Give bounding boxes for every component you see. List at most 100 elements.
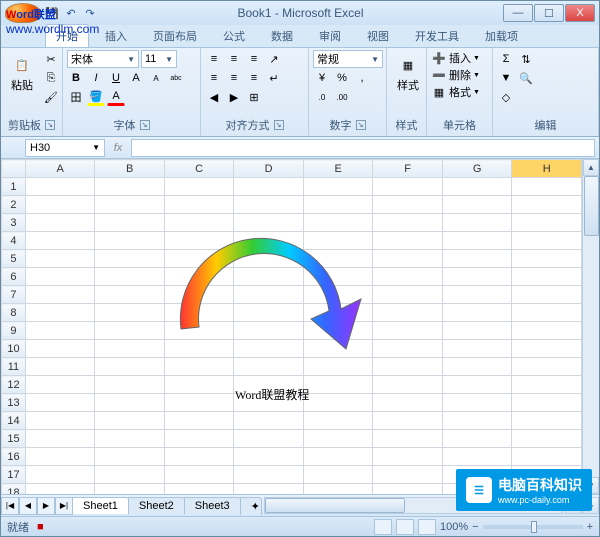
font-launcher[interactable]: ↘ bbox=[140, 120, 150, 130]
cell[interactable] bbox=[512, 358, 582, 376]
row-header-11[interactable]: 11 bbox=[2, 358, 26, 376]
cell[interactable] bbox=[303, 376, 373, 394]
col-header-G[interactable]: G bbox=[442, 160, 512, 178]
cell[interactable] bbox=[95, 394, 165, 412]
cell[interactable] bbox=[373, 250, 443, 268]
cell[interactable] bbox=[373, 394, 443, 412]
maximize-button[interactable]: ☐ bbox=[534, 4, 564, 22]
cell[interactable] bbox=[512, 304, 582, 322]
cell[interactable] bbox=[373, 196, 443, 214]
vertical-scrollbar[interactable]: ▲ ▼ bbox=[582, 159, 599, 494]
align-middle-button[interactable]: ≡ bbox=[225, 50, 243, 68]
vscroll-thumb[interactable] bbox=[584, 176, 599, 236]
tab-review[interactable]: 审阅 bbox=[309, 25, 351, 47]
number-format-combo[interactable]: 常规▼ bbox=[313, 50, 383, 68]
view-normal-button[interactable] bbox=[374, 519, 392, 535]
zoom-thumb[interactable] bbox=[531, 521, 537, 533]
row-header-3[interactable]: 3 bbox=[2, 214, 26, 232]
number-launcher[interactable]: ↘ bbox=[356, 120, 366, 130]
cell[interactable] bbox=[164, 376, 234, 394]
cell[interactable] bbox=[303, 484, 373, 495]
cell[interactable] bbox=[164, 394, 234, 412]
close-button[interactable]: X bbox=[565, 4, 595, 22]
cell[interactable] bbox=[234, 448, 304, 466]
autosum-button[interactable]: Σ bbox=[497, 50, 515, 68]
col-header-B[interactable]: B bbox=[95, 160, 165, 178]
cell[interactable] bbox=[234, 466, 304, 484]
cell[interactable] bbox=[25, 448, 95, 466]
percent-button[interactable]: % bbox=[333, 69, 351, 87]
select-all-button[interactable] bbox=[2, 160, 26, 178]
cell[interactable] bbox=[512, 448, 582, 466]
increase-decimal-button[interactable]: .0 bbox=[313, 88, 331, 106]
cell[interactable] bbox=[442, 448, 512, 466]
row-header-4[interactable]: 4 bbox=[2, 232, 26, 250]
cell[interactable] bbox=[303, 394, 373, 412]
cell[interactable] bbox=[373, 466, 443, 484]
cell[interactable] bbox=[303, 430, 373, 448]
cell[interactable] bbox=[164, 178, 234, 196]
view-pagelayout-button[interactable] bbox=[396, 519, 414, 535]
shrink-font-button[interactable]: A bbox=[147, 69, 165, 87]
format-painter-button[interactable]: 🖌 bbox=[42, 88, 60, 106]
cell[interactable] bbox=[442, 286, 512, 304]
cell[interactable] bbox=[512, 322, 582, 340]
font-name-combo[interactable]: 宋体▼ bbox=[67, 50, 139, 68]
view-pagebreak-button[interactable] bbox=[418, 519, 436, 535]
cell[interactable] bbox=[234, 178, 304, 196]
cell[interactable] bbox=[25, 286, 95, 304]
tab-formulas[interactable]: 公式 bbox=[213, 25, 255, 47]
cell[interactable] bbox=[25, 412, 95, 430]
sheet-tab-2[interactable]: Sheet2 bbox=[128, 497, 185, 514]
clear-button[interactable]: ◇ bbox=[497, 88, 515, 106]
sheet-nav-last[interactable]: ▶| bbox=[55, 497, 73, 515]
col-header-D[interactable]: D bbox=[234, 160, 304, 178]
cell[interactable] bbox=[25, 322, 95, 340]
cell[interactable] bbox=[95, 412, 165, 430]
row-header-17[interactable]: 17 bbox=[2, 466, 26, 484]
row-header-5[interactable]: 5 bbox=[2, 250, 26, 268]
cell[interactable] bbox=[25, 304, 95, 322]
cell[interactable] bbox=[442, 340, 512, 358]
hscroll-thumb[interactable] bbox=[265, 498, 405, 513]
cell[interactable] bbox=[25, 178, 95, 196]
clipboard-launcher[interactable]: ↘ bbox=[45, 120, 55, 130]
minimize-button[interactable]: — bbox=[503, 4, 533, 22]
cell[interactable] bbox=[373, 340, 443, 358]
cell[interactable] bbox=[512, 178, 582, 196]
cell[interactable] bbox=[25, 484, 95, 495]
styles-button[interactable]: ▦ 样式 bbox=[391, 50, 425, 96]
cell[interactable] bbox=[373, 376, 443, 394]
cell[interactable] bbox=[512, 214, 582, 232]
cell[interactable] bbox=[512, 286, 582, 304]
sheet-nav-first[interactable]: |◀ bbox=[1, 497, 19, 515]
row-header-2[interactable]: 2 bbox=[2, 196, 26, 214]
cell[interactable] bbox=[442, 394, 512, 412]
cell[interactable] bbox=[442, 250, 512, 268]
cell[interactable] bbox=[442, 322, 512, 340]
font-size-combo[interactable]: 11▼ bbox=[141, 50, 177, 68]
cell[interactable] bbox=[25, 214, 95, 232]
cell[interactable] bbox=[442, 196, 512, 214]
cell[interactable] bbox=[25, 394, 95, 412]
col-header-F[interactable]: F bbox=[373, 160, 443, 178]
rainbow-arrow-shape[interactable] bbox=[151, 199, 381, 369]
comma-button[interactable]: , bbox=[353, 69, 371, 87]
cell[interactable] bbox=[512, 196, 582, 214]
insert-cells-button[interactable]: ➕插入▼ bbox=[431, 50, 480, 66]
cell[interactable] bbox=[95, 430, 165, 448]
italic-button[interactable]: I bbox=[87, 69, 105, 87]
cell[interactable] bbox=[95, 466, 165, 484]
row-header-10[interactable]: 10 bbox=[2, 340, 26, 358]
cell[interactable] bbox=[442, 214, 512, 232]
cell[interactable] bbox=[25, 430, 95, 448]
cell[interactable] bbox=[373, 430, 443, 448]
row-header-6[interactable]: 6 bbox=[2, 268, 26, 286]
cell[interactable] bbox=[164, 430, 234, 448]
row-header-1[interactable]: 1 bbox=[2, 178, 26, 196]
row-header-18[interactable]: 18 bbox=[2, 484, 26, 495]
align-center-button[interactable]: ≡ bbox=[225, 69, 243, 87]
grid[interactable]: A B C D E F G H 123456789101112131415161… bbox=[1, 159, 582, 494]
cell[interactable] bbox=[303, 448, 373, 466]
tab-insert[interactable]: 插入 bbox=[95, 25, 137, 47]
